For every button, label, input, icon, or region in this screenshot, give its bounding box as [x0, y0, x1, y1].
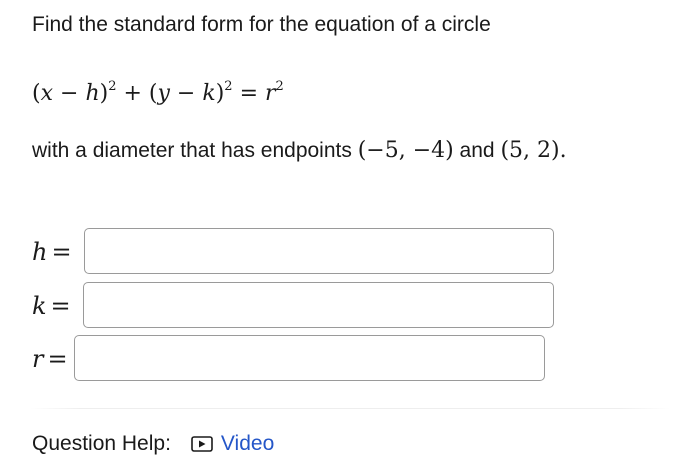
endpoint-2: (5, 2): [500, 138, 560, 163]
answer-row-r: r =: [32, 335, 545, 383]
h-input[interactable]: [84, 228, 554, 274]
r-input[interactable]: [74, 335, 545, 381]
video-link[interactable]: Video: [191, 430, 274, 458]
video-link-label: Video: [220, 432, 275, 455]
play-icon: [191, 436, 213, 452]
k-input[interactable]: [83, 282, 554, 328]
answer-row-h: h =: [32, 228, 554, 276]
diameter-statement: with a diameter that has endpoints (−5, …: [32, 138, 567, 163]
circle-equation: (x − h)2 + (y − k)2 = r2: [32, 79, 284, 106]
divider: [30, 408, 670, 409]
question-prompt: Find the standard form for the equation …: [32, 13, 491, 36]
question-help: Question Help: Video: [32, 430, 274, 458]
answer-label-h: h =: [32, 238, 72, 266]
question-help-label: Question Help:: [32, 432, 171, 455]
answer-label-r: r =: [32, 345, 68, 373]
answer-row-k: k =: [32, 282, 554, 330]
answer-label-k: k =: [32, 292, 71, 320]
endpoint-1: (−5, −4): [357, 138, 454, 163]
